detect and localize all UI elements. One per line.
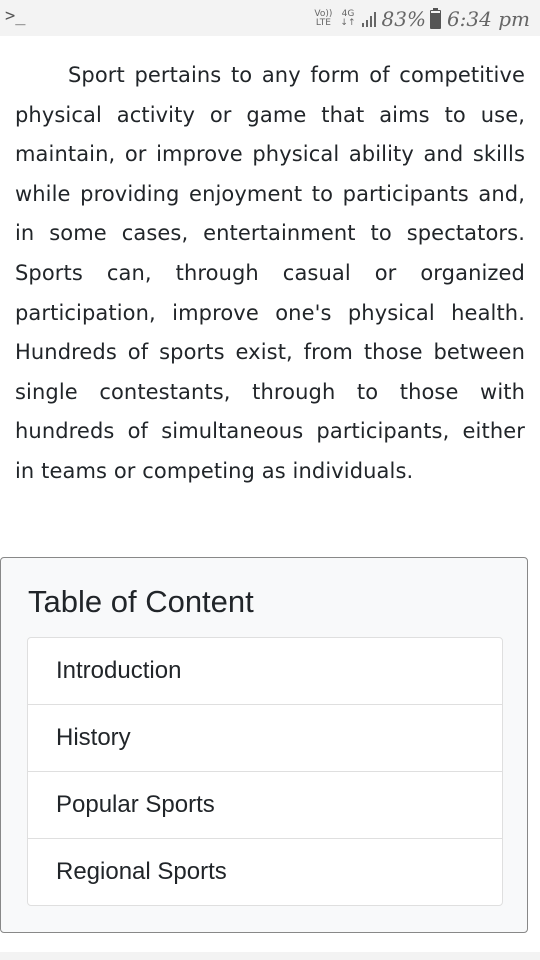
toc-item-introduction[interactable]: Introduction xyxy=(28,638,502,705)
toc-item-popular-sports[interactable]: Popular Sports xyxy=(28,772,502,839)
toc-item-history[interactable]: History xyxy=(28,705,502,772)
toc-list: Introduction History Popular Sports Regi… xyxy=(27,637,503,906)
status-indicators: Vo)) LTE 4G ↓↑ 83% 6:34 pm xyxy=(314,5,530,33)
battery-icon xyxy=(429,7,441,29)
battery-percent: 83% xyxy=(381,7,426,31)
data-arrows: ↓↑ xyxy=(340,18,356,28)
toc-title: Table of Content xyxy=(28,584,254,619)
4g-icon: 4G ↓↑ xyxy=(340,10,355,28)
terminal-icon: >_ xyxy=(5,6,26,26)
signal-icon xyxy=(361,11,376,27)
volte-icon: Vo)) LTE xyxy=(314,10,332,28)
status-bar: >_ Vo)) LTE 4G ↓↑ 83% 6:34 pm xyxy=(0,0,540,36)
toc-item-regional-sports[interactable]: Regional Sports xyxy=(28,839,502,905)
bottom-strip xyxy=(0,952,540,960)
table-of-content-card: Table of Content Introduction History Po… xyxy=(0,557,528,933)
article-paragraph: Sport pertains to any form of competitiv… xyxy=(15,63,525,483)
lte-label: LTE xyxy=(315,18,331,28)
clock: 6:34 pm xyxy=(446,7,530,31)
